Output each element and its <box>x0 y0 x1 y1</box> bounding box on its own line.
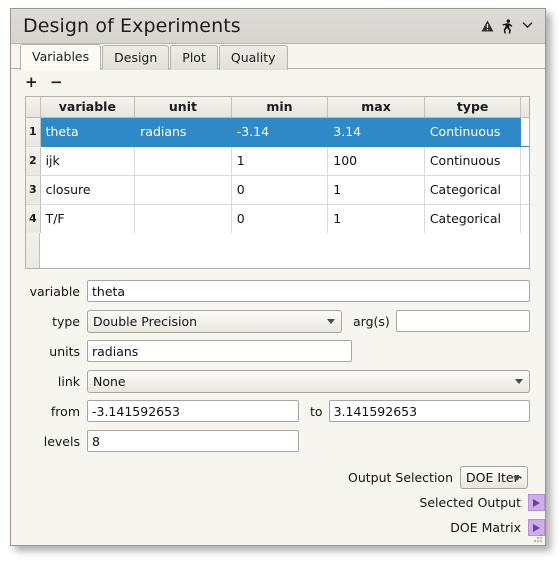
cell-filler <box>520 204 529 234</box>
cell-min[interactable]: -3.14 <box>231 117 329 147</box>
variables-toolbar: + − <box>11 69 545 93</box>
play-triangle-icon <box>533 523 540 532</box>
tab-quality[interactable]: Quality <box>218 45 288 70</box>
table-header-row: variable unit min max type <box>26 97 529 118</box>
variable-detail-form: variable type Double Precision arg(s) un… <box>25 277 530 457</box>
variable-label: variable <box>29 283 80 299</box>
cell-filler <box>520 146 529 176</box>
variable-input[interactable] <box>87 280 530 302</box>
form-row-link: link None <box>25 367 530 395</box>
column-header-filler <box>520 97 529 118</box>
to-label: to <box>310 403 323 419</box>
output-selection-label: Output Selection <box>348 470 453 485</box>
variables-panel: + − variable unit min max type 1 theta r… <box>11 68 545 545</box>
table-empty-row-header <box>26 233 40 268</box>
link-select-value: None <box>93 373 126 389</box>
tab-design[interactable]: Design <box>102 45 170 70</box>
row-index[interactable]: 1 <box>26 117 41 147</box>
tab-plot[interactable]: Plot <box>170 45 218 70</box>
units-input[interactable] <box>87 340 352 362</box>
port-row-doe-matrix: DOE Matrix <box>11 516 545 539</box>
type-select-value: Double Precision <box>93 313 198 329</box>
variables-table[interactable]: variable unit min max type 1 theta radia… <box>25 96 530 269</box>
args-label: arg(s) <box>353 313 390 329</box>
cell-variable[interactable]: closure <box>40 175 136 205</box>
output-selection-select[interactable]: DOE Iter· <box>460 466 528 489</box>
tab-strip: Variables Design Plot Quality <box>11 44 545 70</box>
args-input[interactable] <box>395 310 530 332</box>
remove-variable-button[interactable]: − <box>50 74 63 91</box>
play-triangle-icon <box>533 498 540 507</box>
cell-max[interactable]: 1 <box>327 175 425 205</box>
cell-unit[interactable]: radians <box>134 117 232 147</box>
cell-min[interactable]: 1 <box>231 146 329 176</box>
table-row[interactable]: 4 T/F 0 1 Categorical <box>26 204 529 234</box>
from-label: from <box>50 403 80 419</box>
cell-max[interactable]: 3.14 <box>327 117 425 147</box>
cell-type[interactable]: Continuous <box>424 117 522 147</box>
table-corner-header <box>26 97 41 118</box>
table-row[interactable]: 1 theta radians -3.14 3.14 Continuous <box>26 117 529 147</box>
table-empty-area[interactable] <box>26 233 529 268</box>
cell-unit[interactable] <box>134 146 232 176</box>
column-header-unit[interactable]: unit <box>134 97 232 118</box>
form-row-type: type Double Precision arg(s) <box>25 307 530 335</box>
warning-triangle-icon[interactable] <box>477 16 497 36</box>
cell-variable[interactable]: T/F <box>40 204 136 234</box>
cell-type[interactable]: Continuous <box>424 146 522 176</box>
output-selection-row: Output Selection DOE Iter· <box>11 466 545 489</box>
cell-unit[interactable] <box>134 204 232 234</box>
cell-filler <box>520 117 529 147</box>
add-variable-button[interactable]: + <box>25 74 38 91</box>
output-section: Output Selection DOE Iter· Selected Outp… <box>11 466 545 541</box>
table-row[interactable]: 2 ijk 1 100 Continuous <box>26 146 529 176</box>
row-index[interactable]: 3 <box>26 175 41 205</box>
form-row-units: units <box>25 337 530 365</box>
resize-grip[interactable] <box>534 534 543 543</box>
column-header-min[interactable]: min <box>231 97 329 118</box>
cell-min[interactable]: 0 <box>231 204 329 234</box>
run-person-icon[interactable] <box>497 16 517 36</box>
cell-type[interactable]: Categorical <box>424 175 522 205</box>
cell-max[interactable]: 1 <box>327 204 425 234</box>
type-select[interactable]: Double Precision <box>87 309 342 333</box>
form-row-variable: variable <box>25 277 530 305</box>
tab-variables[interactable]: Variables <box>20 44 102 70</box>
row-index[interactable]: 4 <box>26 204 41 234</box>
cell-unit[interactable] <box>134 175 232 205</box>
window-titlebar: Design of Experiments <box>11 9 545 44</box>
cell-filler <box>520 175 529 205</box>
link-select[interactable]: None <box>87 369 530 393</box>
from-input[interactable] <box>87 400 299 422</box>
levels-input[interactable] <box>87 430 299 452</box>
link-label: link <box>57 373 80 389</box>
chevron-down-icon[interactable] <box>517 16 537 36</box>
form-row-levels: levels <box>25 427 530 455</box>
chevron-down-icon <box>515 379 523 384</box>
port-selected-output[interactable] <box>528 494 545 511</box>
page-title: Design of Experiments <box>23 15 241 37</box>
to-input[interactable] <box>328 400 530 422</box>
cell-max[interactable]: 100 <box>327 146 425 176</box>
form-row-from-to: from to <box>25 397 530 425</box>
type-label: type <box>52 313 80 329</box>
column-header-variable[interactable]: variable <box>40 97 136 118</box>
levels-label: levels <box>43 433 80 449</box>
column-header-max[interactable]: max <box>327 97 425 118</box>
chevron-down-icon <box>327 319 335 324</box>
selected-output-label: Selected Output <box>419 495 521 510</box>
column-header-type[interactable]: type <box>424 97 522 118</box>
design-of-experiments-window: Design of Experiments Variables Design Plo… <box>10 8 546 546</box>
row-index[interactable]: 2 <box>26 146 41 176</box>
chevron-down-icon <box>513 475 521 481</box>
units-label: units <box>49 343 80 359</box>
cell-min[interactable]: 0 <box>231 175 329 205</box>
doe-matrix-label: DOE Matrix <box>450 520 521 535</box>
port-row-selected-output: Selected Output <box>11 491 545 514</box>
table-row[interactable]: 3 closure 0 1 Categorical <box>26 175 529 205</box>
cell-variable[interactable]: theta <box>40 117 136 147</box>
cell-variable[interactable]: ijk <box>40 146 136 176</box>
cell-type[interactable]: Categorical <box>424 204 522 234</box>
